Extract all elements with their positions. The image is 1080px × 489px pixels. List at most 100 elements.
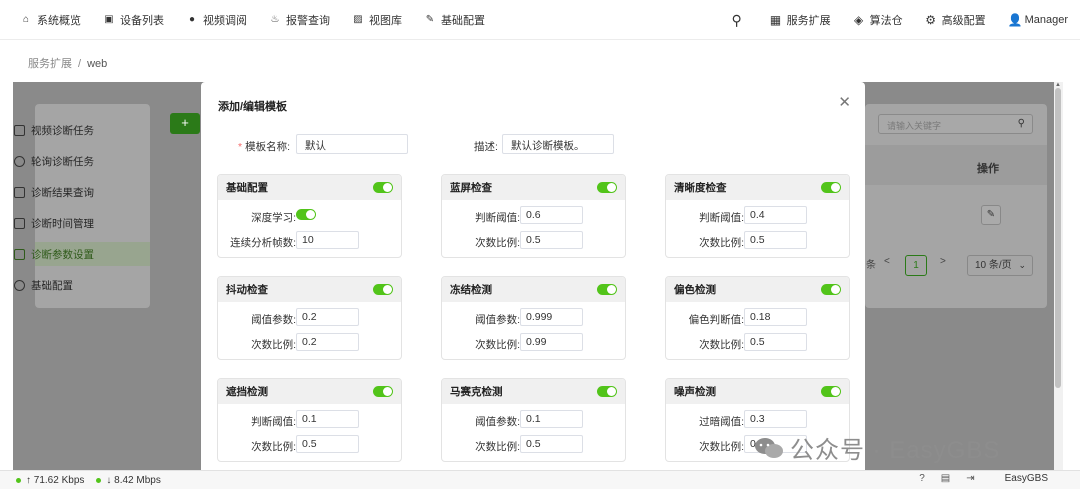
document-icon[interactable]: ▤: [941, 473, 950, 484]
nav-item-basic-config[interactable]: ✎ 基础配置: [424, 12, 485, 28]
user-icon: 👤: [1007, 13, 1023, 27]
page-size-select[interactable]: 10 条/页 ⌄: [967, 255, 1033, 276]
param-row: 次数比例: 0.5: [442, 435, 625, 455]
nav-label: 视图库: [369, 14, 402, 27]
check-card: 冻结检测 阈值参数: 0.999 次数比例: 0.99: [441, 276, 626, 360]
nav-item-alarm[interactable]: ♨ 报警查询: [269, 12, 330, 28]
check-card-title: 马赛克检测: [450, 386, 503, 398]
nav-item-service-ext[interactable]: ▦ 服务扩展: [770, 12, 831, 28]
param-input[interactable]: 0.999: [520, 308, 583, 326]
export-icon[interactable]: ⇥: [966, 473, 974, 484]
param-row: 偏色判断值: 0.18: [666, 308, 849, 328]
param-input[interactable]: 0.99: [520, 333, 583, 351]
param-label: 次数比例:: [251, 339, 296, 351]
nav-item-user[interactable]: 👤 Manager: [1008, 13, 1068, 27]
param-input[interactable]: 0.5: [744, 333, 807, 351]
enable-toggle[interactable]: [373, 386, 393, 397]
breadcrumb-root[interactable]: 服务扩展: [28, 58, 72, 70]
deep-learning-toggle[interactable]: [296, 209, 316, 220]
enable-toggle[interactable]: [821, 284, 841, 295]
param-row: 连续分析帧数: 10: [218, 231, 401, 251]
param-row: 判断阈值: 0.1: [218, 410, 401, 430]
param-row: 深度学习:: [218, 206, 401, 226]
param-input[interactable]: 0.3: [744, 410, 807, 428]
status-dot: [96, 477, 102, 483]
nav-item-overview[interactable]: ⌂ 系统概览: [20, 12, 81, 28]
enable-toggle[interactable]: [597, 284, 617, 295]
param-input[interactable]: 0.1: [296, 410, 359, 428]
param-input[interactable]: 0.2: [296, 308, 359, 326]
param-input[interactable]: 0.5: [296, 435, 359, 453]
sidebar-item-basic-config[interactable]: 基础配置: [14, 278, 73, 293]
enable-toggle[interactable]: [373, 284, 393, 295]
nav-item-viewlib[interactable]: ▨ 视图库: [352, 12, 402, 28]
search-placeholder: 请输入关键字: [887, 121, 942, 131]
edit-icon: ✎: [425, 14, 435, 25]
sidebar-item-params[interactable]: 诊断参数设置: [14, 247, 94, 262]
check-card: 基础配置深度学习: 连续分析帧数: 10: [217, 174, 402, 258]
template-name-input[interactable]: 默认: [296, 134, 408, 154]
param-row: 阈值参数: 0.1: [442, 410, 625, 430]
param-row: 次数比例: 0.5: [218, 435, 401, 455]
nav-item-algorithm[interactable]: ◈ 算法仓: [853, 12, 903, 28]
param-input[interactable]: 0.2: [296, 333, 359, 351]
nav-item-devices[interactable]: ▣ 设备列表: [103, 12, 164, 28]
param-input[interactable]: 0.1: [520, 410, 583, 428]
param-input[interactable]: 0.5: [520, 435, 583, 453]
param-label: 次数比例:: [251, 441, 296, 453]
scrollbar-thumb[interactable]: [1055, 88, 1061, 388]
play-icon: ●: [188, 14, 196, 25]
top-right-nav: ⚲ ▦ 服务扩展 ◈ 算法仓 ⚙ 高级配置 👤 Manager: [709, 0, 1068, 40]
search-input[interactable]: 请输入关键字 ⚲: [878, 114, 1033, 134]
edit-template-modal: 添加/编辑模板 ✕ * 模板名称: 默认 描述: 默认诊断模板。 基础配置 深度学习…: [201, 82, 865, 477]
table-header: [865, 145, 1047, 185]
sidebar-item-time[interactable]: 诊断时间管理: [14, 216, 94, 231]
sidebar-item-video-diagnosis[interactable]: 视频诊断任务: [14, 123, 94, 138]
param-label: 阈值参数:: [475, 416, 520, 428]
close-icon[interactable]: ✕: [838, 93, 851, 111]
enable-toggle[interactable]: [373, 182, 393, 193]
pager-current-page[interactable]: 1: [905, 255, 927, 276]
help-icon[interactable]: ?: [919, 473, 925, 484]
param-label: 连续分析帧数:: [230, 237, 296, 249]
nav-label: 高级配置: [941, 15, 986, 27]
sidebar-item-label: 视频诊断任务: [31, 125, 94, 137]
param-row: 阈值参数: 0.2: [218, 308, 401, 328]
modal-title: 添加/编辑模板: [218, 101, 288, 113]
param-input[interactable]: 0.18: [744, 308, 807, 326]
nav-label: 视频调阅: [203, 14, 247, 27]
nav-item-advanced[interactable]: ⚙ 高级配置: [925, 12, 986, 28]
description-input[interactable]: 默认诊断模板。: [502, 134, 614, 154]
param-input[interactable]: 0.6: [520, 206, 583, 224]
pager-next-button[interactable]: >: [940, 256, 946, 267]
edit-button[interactable]: ✎: [981, 205, 1001, 225]
enable-toggle[interactable]: [821, 386, 841, 397]
param-input[interactable]: 0.4: [744, 206, 807, 224]
nav-label: 设备列表: [120, 14, 164, 27]
param-label: 次数比例:: [699, 237, 744, 249]
check-card-header: 基础配置: [218, 175, 401, 200]
sidebar-item-results[interactable]: 诊断结果查询: [14, 185, 94, 200]
add-button[interactable]: +: [170, 113, 200, 134]
wechat-icon: [755, 437, 783, 458]
home-icon: ⌂: [22, 14, 30, 25]
param-row: 次数比例: 0.99: [442, 333, 625, 353]
param-row: 判断阈值: 0.6: [442, 206, 625, 226]
breadcrumb-sep: /: [78, 58, 82, 70]
param-input[interactable]: 0.5: [520, 231, 583, 249]
enable-toggle[interactable]: [821, 182, 841, 193]
param-label: 次数比例:: [699, 339, 744, 351]
pager-prev-button[interactable]: <: [884, 256, 890, 267]
search-button[interactable]: ⚲: [731, 12, 748, 29]
nav-item-video[interactable]: ● 视频调阅: [186, 12, 247, 28]
sidebar-item-label: 诊断结果查询: [31, 187, 94, 199]
status-bar: ↑ 71.62 Kbps ↓ 8.42 Mbps ? ▤ ⇥ EasyGBS: [0, 470, 1080, 489]
settings-icon: [14, 249, 25, 260]
param-row: 阈值参数: 0.999: [442, 308, 625, 328]
param-input[interactable]: 0.5: [744, 231, 807, 249]
enable-toggle[interactable]: [597, 182, 617, 193]
enable-toggle[interactable]: [597, 386, 617, 397]
sidebar-item-polling[interactable]: 轮询诊断任务: [14, 154, 94, 169]
main-nav: ⌂ 系统概览 ▣ 设备列表 ● 视频调阅 ♨ 报警查询 ▨ 视图库 ✎ 基础配置: [20, 12, 507, 28]
param-input[interactable]: 10: [296, 231, 359, 249]
